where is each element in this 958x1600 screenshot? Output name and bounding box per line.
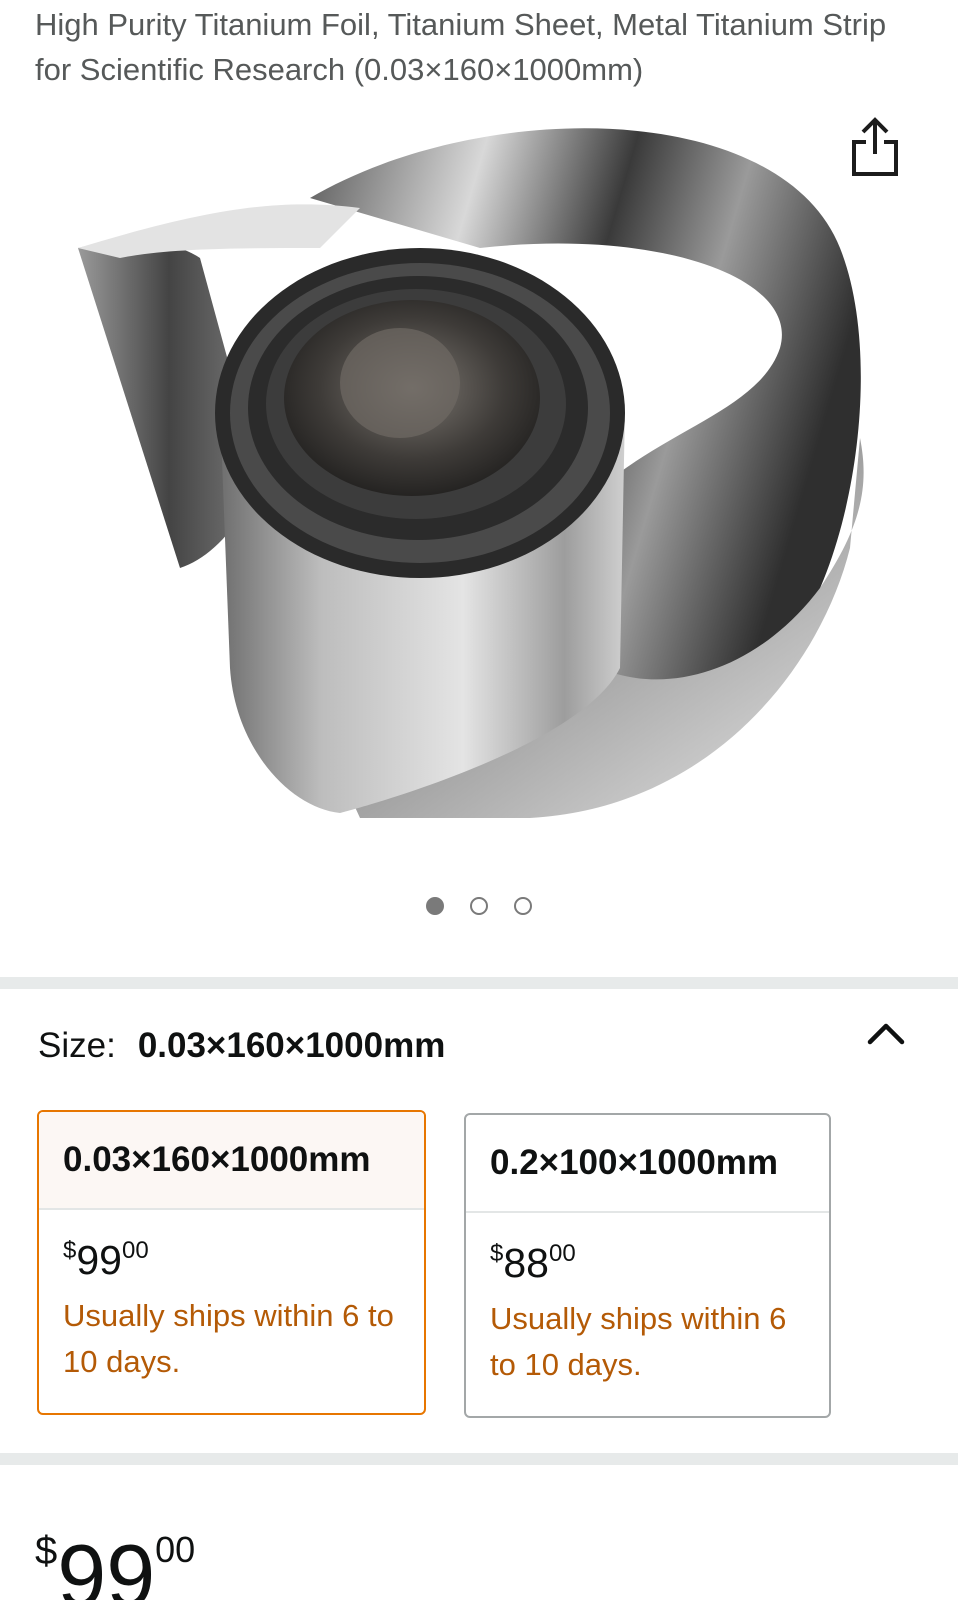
carousel-dot-2[interactable] <box>470 897 488 915</box>
option-name: 0.2×100×1000mm <box>466 1115 829 1213</box>
option-shipping-text: Usually ships within 6 to 10 days. <box>490 1301 787 1382</box>
product-price: $9900 <box>35 1526 196 1600</box>
size-label: Size: <box>38 1026 116 1065</box>
size-option-0.2x100x1000mm[interactable]: 0.2×100×1000mm $8800 Usually ships withi… <box>464 1113 831 1418</box>
product-image[interactable] <box>60 108 890 843</box>
collapse-size-button[interactable] <box>866 1018 906 1050</box>
carousel-dot-1[interactable] <box>426 897 444 915</box>
option-price: $8800 <box>490 1240 576 1286</box>
section-divider <box>0 977 958 989</box>
product-title: High Purity Titanium Foil, Titanium Shee… <box>35 7 887 87</box>
product-detail-page: High Purity Titanium Foil, Titanium Shee… <box>0 0 958 1600</box>
option-shipping-text: Usually ships within 6 to 10 days. <box>63 1298 394 1379</box>
size-selected-value: 0.03×160×1000mm <box>137 1026 446 1065</box>
option-price: $9900 <box>63 1237 149 1283</box>
size-selector-header: Size: 0.03×160×1000mm <box>38 1022 445 1070</box>
option-name: 0.03×160×1000mm <box>39 1112 424 1210</box>
size-option-0.03x160x1000mm[interactable]: 0.03×160×1000mm $9900 Usually ships with… <box>37 1110 426 1415</box>
carousel-dot-3[interactable] <box>514 897 532 915</box>
chevron-up-icon <box>867 1023 905 1045</box>
image-carousel-dots <box>0 897 958 915</box>
section-divider <box>0 1453 958 1465</box>
